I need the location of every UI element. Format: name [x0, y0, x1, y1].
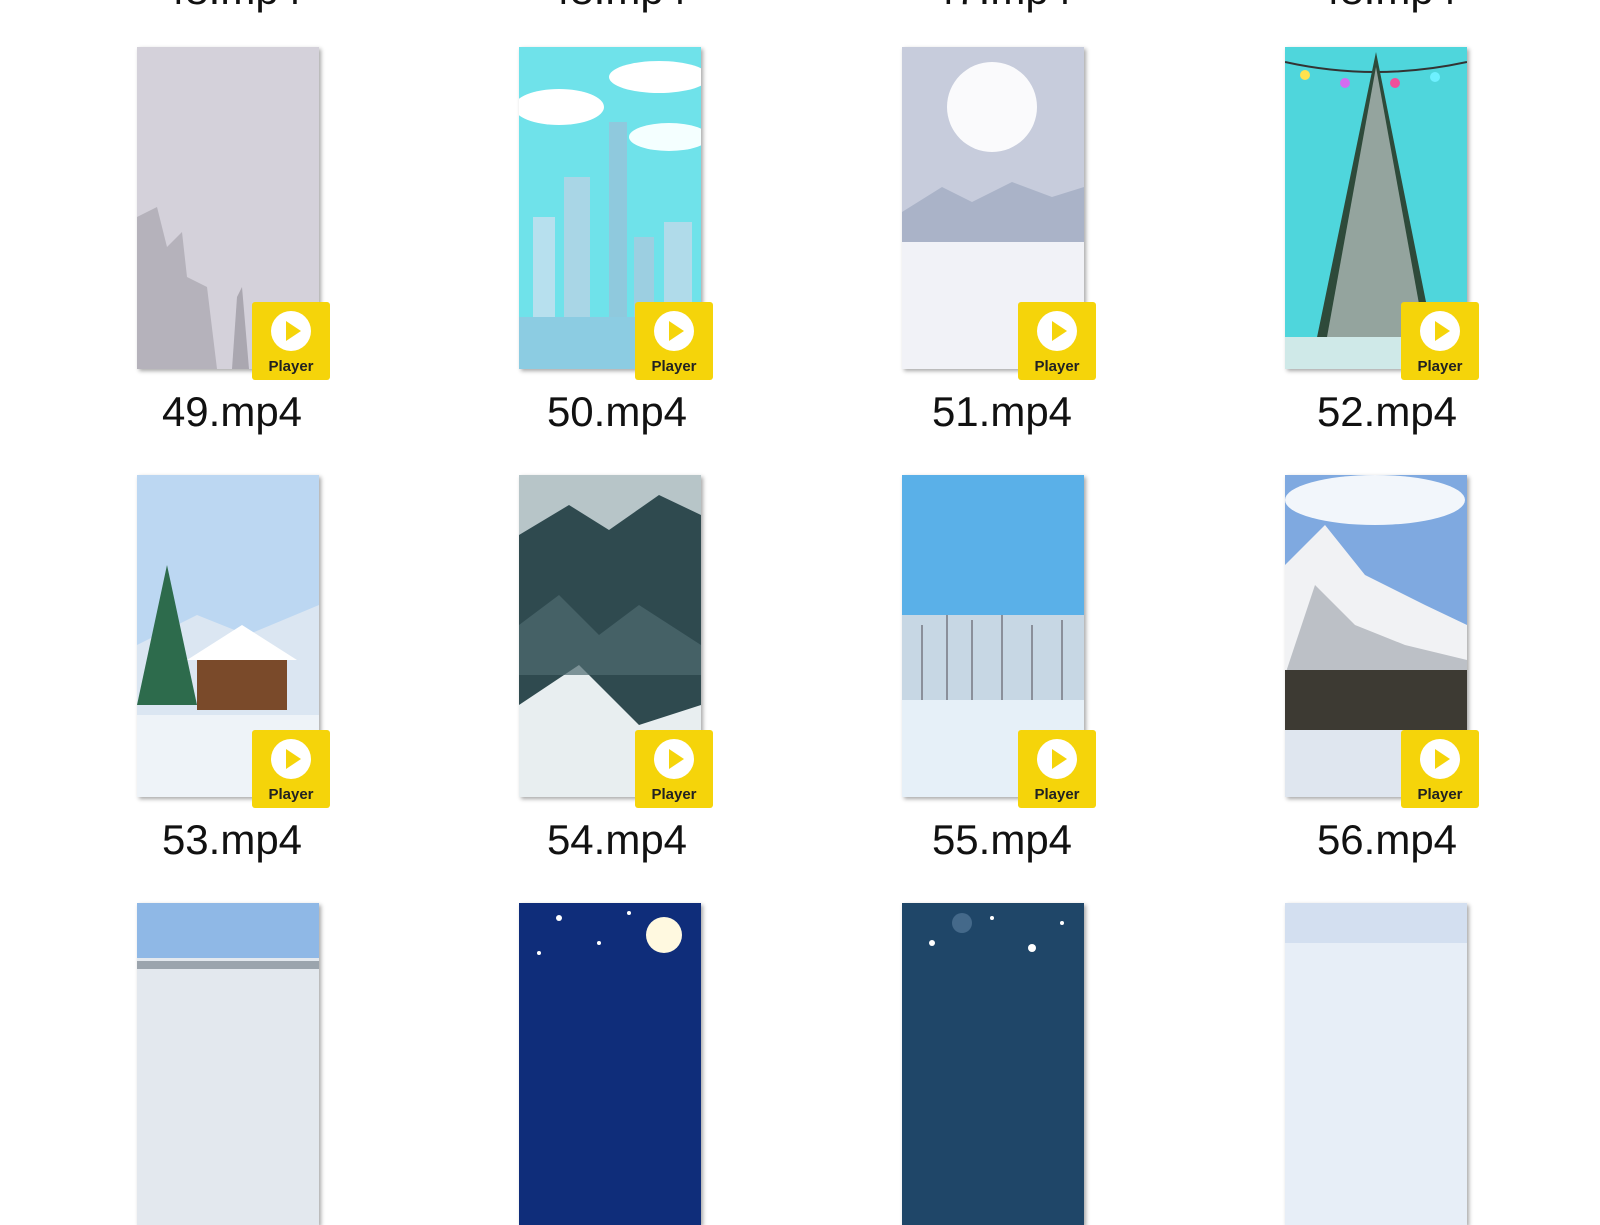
player-badge: Player	[1401, 730, 1479, 808]
video-thumbnail[interactable]	[519, 903, 701, 1225]
file-name[interactable]: 56.mp4	[1257, 816, 1517, 864]
play-icon	[654, 311, 694, 351]
video-thumbnail[interactable]	[902, 903, 1084, 1225]
play-icon	[271, 739, 311, 779]
file-name: 47.mp4	[872, 0, 1132, 14]
player-badge: Player	[1401, 302, 1479, 380]
file-name: 48.mp4	[1257, 0, 1517, 14]
play-icon	[1420, 739, 1460, 779]
file-name[interactable]: 51.mp4	[872, 388, 1132, 436]
player-badge: Player	[1018, 302, 1096, 380]
file-name: 48.mp4	[102, 0, 362, 14]
file-name[interactable]: 55.mp4	[872, 816, 1132, 864]
player-badge: Player	[1018, 730, 1096, 808]
player-badge: Player	[252, 302, 330, 380]
video-thumbnail[interactable]	[1285, 903, 1467, 1225]
file-name[interactable]: 53.mp4	[102, 816, 362, 864]
video-thumbnail[interactable]	[137, 903, 319, 1225]
player-badge: Player	[635, 730, 713, 808]
file-name: 48.mp4	[487, 0, 747, 14]
play-icon	[1037, 739, 1077, 779]
file-name[interactable]: 52.mp4	[1257, 388, 1517, 436]
file-name[interactable]: 49.mp4	[102, 388, 362, 436]
play-icon	[1037, 311, 1077, 351]
play-icon	[1420, 311, 1460, 351]
play-icon	[271, 311, 311, 351]
player-badge: Player	[635, 302, 713, 380]
file-name[interactable]: 54.mp4	[487, 816, 747, 864]
file-name[interactable]: 50.mp4	[487, 388, 747, 436]
play-icon	[654, 739, 694, 779]
player-badge: Player	[252, 730, 330, 808]
